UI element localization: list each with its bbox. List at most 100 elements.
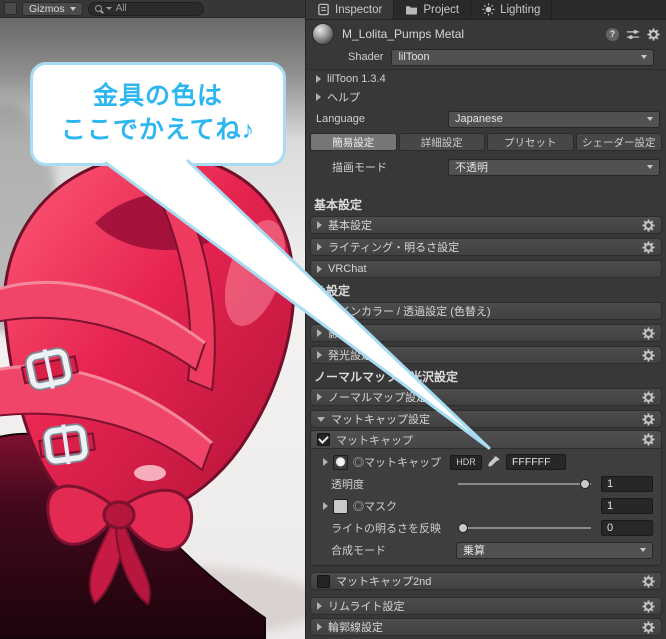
opacity-slider[interactable] bbox=[456, 476, 593, 492]
foldout-version[interactable]: lilToon 1.3.4 bbox=[306, 70, 666, 88]
eyedropper-icon[interactable] bbox=[487, 455, 501, 469]
section-bar-basic[interactable]: 基本設定 bbox=[310, 216, 662, 234]
material-name: M_Lolita_Pumps Metal bbox=[342, 27, 465, 41]
help-label: ヘルプ bbox=[327, 92, 360, 104]
scene-search-input[interactable]: All bbox=[87, 1, 204, 16]
foldout-arrow-icon bbox=[317, 265, 322, 273]
foldout-arrow-icon bbox=[316, 75, 321, 83]
mask-texture-thumbnail[interactable] bbox=[333, 498, 348, 514]
version-label: lilToon 1.3.4 bbox=[327, 73, 386, 85]
section-bar-main-color[interactable]: メインカラー / 透過設定 (色替え) bbox=[310, 302, 662, 320]
tab-project[interactable]: Project bbox=[394, 0, 472, 19]
section-bar-matcap[interactable]: マットキャップ設定 bbox=[310, 410, 662, 428]
section-bar-matcap2nd[interactable]: マットキャップ2nd bbox=[310, 572, 662, 590]
hdr-badge: HDR bbox=[450, 454, 482, 470]
tab-inspector-label: Inspector bbox=[335, 3, 383, 16]
foldout-arrow-icon[interactable] bbox=[323, 502, 328, 510]
language-label: Language bbox=[316, 113, 365, 125]
opacity-value-field[interactable]: 1 bbox=[601, 476, 653, 492]
shader-dropdown[interactable]: lilToon bbox=[391, 48, 654, 66]
tab-simple-settings[interactable]: 簡易設定 bbox=[310, 133, 397, 151]
render-mode-row: 描画モード 不透明 bbox=[306, 158, 666, 176]
section-bar-rim[interactable]: リムライト設定 bbox=[310, 597, 662, 615]
speech-bubble: 金具の色は ここでかえてね♪ bbox=[30, 62, 286, 166]
scene-toolbar: Gizmos All bbox=[0, 0, 305, 18]
scene-tool-button[interactable] bbox=[4, 2, 17, 15]
material-header: M_Lolita_Pumps Metal ? Shader lilToon bbox=[306, 20, 666, 70]
mask-value-field[interactable]: 1 bbox=[601, 498, 653, 514]
matcap-mask-row: ◎マスク 1 bbox=[311, 497, 661, 515]
render-mode-label: 描画モード bbox=[332, 162, 387, 174]
tab-advanced-settings[interactable]: 詳細設定 bbox=[398, 133, 485, 151]
bubble-text-line1: 金具の色は bbox=[92, 82, 223, 111]
section-bar-shadow[interactable]: 影設定 bbox=[310, 324, 662, 342]
matcap-enable-label: マットキャップ bbox=[336, 434, 413, 447]
blend-mode-dropdown[interactable]: 乗算 bbox=[456, 541, 653, 559]
material-preview-sphere bbox=[312, 23, 334, 45]
shader-label: Shader bbox=[348, 51, 384, 63]
language-row: Language Japanese bbox=[306, 110, 666, 128]
foldout-arrow-icon bbox=[317, 243, 322, 251]
matcap2nd-checkbox[interactable] bbox=[317, 574, 330, 588]
matcap-opacity-row: 透明度 1 bbox=[311, 475, 661, 493]
window-tabbar: Inspector Project Lighting bbox=[306, 0, 666, 20]
bubble-text-line2: ここでかえてね♪ bbox=[60, 116, 256, 144]
matcap-enable-checkbox[interactable] bbox=[317, 433, 330, 446]
language-dropdown[interactable]: Japanese bbox=[448, 110, 660, 128]
mode-tabs: 簡易設定 詳細設定 プリセット シェーダー設定 bbox=[306, 133, 666, 151]
presets-icon[interactable] bbox=[626, 28, 640, 41]
gear-icon[interactable] bbox=[642, 349, 655, 362]
search-filter-arrow-icon bbox=[105, 7, 112, 10]
group-header-normal: ノーマルマップ・光沢設定 bbox=[314, 370, 459, 384]
render-mode-dropdown[interactable]: 不透明 bbox=[448, 158, 660, 176]
gear-icon[interactable] bbox=[642, 219, 655, 232]
tab-lighting[interactable]: Lighting bbox=[471, 0, 553, 19]
foldout-open-arrow-icon bbox=[317, 416, 325, 422]
folder-icon bbox=[405, 4, 418, 15]
group-header-basic: 基本設定 bbox=[314, 198, 363, 212]
light-strength-slider[interactable] bbox=[456, 520, 593, 536]
foldout-help[interactable]: ヘルプ bbox=[306, 88, 666, 106]
slider-handle[interactable] bbox=[580, 479, 590, 489]
matcap-settings-box: マットキャップ ◎マットキャップ HDR FFFFFF 透明度 1 ◎マスク 1… bbox=[310, 430, 662, 566]
inspector-panel: Inspector Project Lighting M_Lolita_Pump… bbox=[305, 0, 666, 639]
matcap-enable-bar[interactable]: マットキャップ bbox=[311, 431, 661, 449]
light-icon bbox=[482, 3, 495, 16]
foldout-arrow-icon bbox=[317, 351, 322, 359]
tab-presets[interactable]: プリセット bbox=[487, 133, 574, 151]
tab-lighting-label: Lighting bbox=[500, 3, 541, 16]
matcap-texture-label: ◎マットキャップ bbox=[353, 457, 441, 469]
inspector-icon bbox=[317, 3, 330, 16]
section-bar-outline[interactable]: 輪郭線設定 bbox=[310, 618, 662, 636]
tab-shader-settings[interactable]: シェーダー設定 bbox=[575, 133, 662, 151]
gear-icon[interactable] bbox=[642, 391, 655, 404]
gear-icon[interactable] bbox=[642, 433, 655, 446]
slider-handle[interactable] bbox=[458, 523, 468, 533]
chevron-down-icon bbox=[69, 6, 76, 11]
section-bar-normal-map[interactable]: ノーマルマップ設定 bbox=[310, 388, 662, 406]
section-bar-lighting[interactable]: ライティング・明るさ設定 bbox=[310, 238, 662, 256]
matcap-color-hex-field[interactable]: FFFFFF bbox=[506, 454, 566, 470]
light-strength-value-field[interactable]: 0 bbox=[601, 520, 653, 536]
matcap-texture-thumbnail[interactable] bbox=[333, 454, 348, 470]
foldout-arrow-icon bbox=[317, 393, 322, 401]
foldout-arrow-icon bbox=[317, 623, 322, 631]
gizmos-dropdown[interactable]: Gizmos bbox=[22, 1, 83, 16]
section-bar-emission[interactable]: 発光設定 bbox=[310, 346, 662, 364]
gear-icon[interactable] bbox=[642, 241, 655, 254]
gear-icon[interactable] bbox=[642, 621, 655, 634]
foldout-arrow-icon[interactable] bbox=[323, 458, 328, 466]
matcap-texture-row: ◎マットキャップ HDR FFFFFF bbox=[311, 453, 661, 471]
search-value: All bbox=[115, 3, 127, 14]
gear-icon[interactable] bbox=[642, 413, 655, 426]
gear-icon[interactable] bbox=[642, 327, 655, 340]
opacity-label: 透明度 bbox=[331, 479, 364, 491]
app-root: Gizmos All Inspector Project Lighting M_… bbox=[0, 0, 666, 639]
gear-icon[interactable] bbox=[642, 575, 655, 588]
gear-icon[interactable] bbox=[642, 600, 655, 613]
matcap-light-row: ライトの明るさを反映 0 bbox=[311, 519, 661, 537]
help-icon[interactable]: ? bbox=[606, 27, 619, 41]
section-bar-vrchat[interactable]: VRChat bbox=[310, 260, 662, 278]
tab-inspector[interactable]: Inspector bbox=[306, 0, 395, 19]
gear-icon[interactable] bbox=[647, 28, 660, 41]
